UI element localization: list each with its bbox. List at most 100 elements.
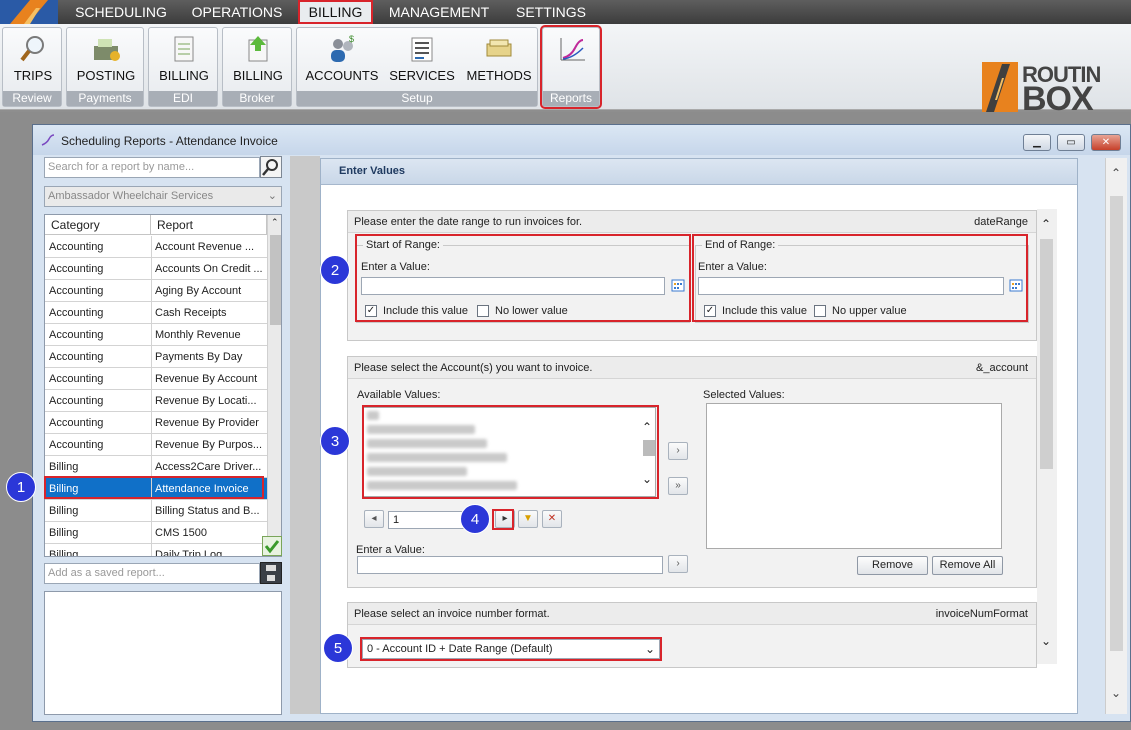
window-title: Scheduling Reports - Attendance Invoice (61, 134, 278, 148)
menu-settings[interactable]: SETTINGS (506, 0, 596, 24)
date-range-header: Please enter the date range to run invoi… (348, 211, 1036, 233)
available-values-highlight (362, 405, 659, 499)
ribbon-group-edi: BILLING EDI (148, 27, 218, 107)
start-range-highlight (355, 234, 691, 322)
step-badge-2: 2 (320, 255, 350, 285)
row-category: Billing (49, 527, 79, 539)
report-row[interactable]: Accounting Payments By Day (45, 346, 267, 368)
report-row[interactable]: Accounting Account Revenue ... (45, 236, 267, 258)
edi-billing-button[interactable]: BILLING (154, 34, 214, 83)
report-row[interactable]: Accounting Cash Receipts (45, 302, 267, 324)
report-row[interactable]: Accounting Aging By Account (45, 280, 267, 302)
report-row[interactable]: Accounting Revenue By Locati... (45, 390, 267, 412)
row-report-name: Daily Trip Log (155, 549, 223, 557)
accounts-button[interactable]: $ ACCOUNTS (305, 34, 379, 83)
report-row[interactable]: Billing Daily Trip Log (45, 544, 267, 557)
company-select[interactable]: Ambassador Wheelchair Services ⌄ (44, 186, 282, 207)
saved-report-input[interactable]: Add as a saved report... (44, 563, 260, 584)
report-list-scrollbar[interactable]: ⌃ (267, 215, 281, 556)
remove-all-button[interactable]: Remove All (932, 556, 1003, 575)
group-label-setup: Setup (297, 91, 537, 106)
report-row[interactable]: Billing Billing Status and B... (45, 500, 267, 522)
page-number-input[interactable]: 1 (388, 511, 466, 529)
add-value-button[interactable]: › (668, 555, 688, 573)
param-scroll-thumb[interactable] (1040, 239, 1053, 469)
preview-pane-edge (290, 156, 320, 714)
outer-scroll-thumb[interactable] (1110, 196, 1123, 651)
row-report-name: Payments By Day (155, 351, 243, 363)
row-category: Billing (49, 549, 79, 557)
report-row[interactable]: Accounting Accounts On Credit ... (45, 258, 267, 280)
menu-billing[interactable]: BILLING (298, 0, 373, 24)
column-divider (151, 368, 152, 390)
cash-register-icon (91, 34, 121, 64)
row-report-name: Cash Receipts (155, 307, 227, 319)
logo-text-bottom: BOX (1022, 80, 1094, 118)
row-category: Billing (49, 461, 79, 473)
outer-scrollbar[interactable]: ⌃ ⌄ (1105, 158, 1127, 714)
filter-icon[interactable]: ▼ (518, 510, 538, 528)
menu-management[interactable]: MANAGEMENT (382, 0, 496, 24)
column-divider (151, 390, 152, 412)
prev-page-button[interactable]: ◂ (364, 510, 384, 528)
enter-values-title: Enter Values (339, 165, 406, 177)
outer-scroll-down-icon[interactable]: ⌄ (1111, 686, 1121, 700)
account-value-input[interactable] (357, 556, 663, 574)
save-icon[interactable] (260, 562, 282, 584)
remove-button[interactable]: Remove (857, 556, 928, 575)
menu-scheduling[interactable]: SCHEDULING (66, 0, 176, 24)
row-category: Accounting (49, 241, 104, 253)
maximize-button[interactable]: ▭ (1057, 134, 1085, 151)
enter-values-header: Enter Values (321, 159, 1077, 185)
services-button[interactable]: SERVICES (385, 34, 459, 83)
report-search-input[interactable]: Search for a report by name... (44, 157, 260, 178)
chevron-down-icon: ⌄ (267, 190, 277, 202)
move-right-button[interactable]: › (668, 442, 688, 460)
routing-box-logo: ROUTIN BOX (980, 60, 1131, 120)
group-label-edi: EDI (149, 91, 217, 106)
move-all-right-button[interactable]: » (668, 477, 688, 495)
available-values-label: Available Values: (357, 389, 441, 401)
clear-filter-icon[interactable]: ✕ (542, 510, 562, 528)
selected-values-list[interactable] (706, 403, 1002, 549)
row-category: Accounting (49, 417, 104, 429)
report-row[interactable]: Billing Access2Care Driver... (45, 456, 267, 478)
outer-scroll-up-icon[interactable]: ⌃ (1111, 166, 1121, 180)
broker-billing-button[interactable]: BILLING (228, 34, 288, 83)
minimize-button[interactable]: ▁ (1023, 134, 1051, 151)
report-row[interactable]: Billing CMS 1500 (45, 522, 267, 544)
account-header: Please select the Account(s) you want to… (348, 357, 1036, 379)
column-divider (151, 324, 152, 346)
report-row[interactable]: Accounting Monthly Revenue (45, 324, 267, 346)
posting-button[interactable]: POSTING (72, 34, 140, 83)
close-button[interactable]: ✕ (1091, 134, 1121, 151)
invoice-format-header: Please select an invoice number format. … (348, 603, 1036, 625)
methods-button[interactable]: METHODS (463, 34, 535, 83)
report-row[interactable]: Accounting Revenue By Account (45, 368, 267, 390)
app-logo-icon[interactable] (0, 0, 58, 24)
reports-button[interactable]: Reports (540, 25, 602, 109)
checkmark-icon[interactable] (262, 536, 282, 556)
trips-button[interactable]: TRIPS (8, 34, 58, 83)
column-divider (151, 500, 152, 522)
column-divider (151, 236, 152, 258)
row-report-name: Monthly Revenue (155, 329, 241, 341)
scroll-thumb[interactable] (270, 235, 281, 325)
row-category: Accounting (49, 351, 104, 363)
parameters-scrollbar[interactable]: ⌃ ⌄ (1037, 209, 1057, 664)
report-row[interactable]: Accounting Revenue By Provider (45, 412, 267, 434)
column-header-category[interactable]: Category (45, 215, 151, 235)
column-header-report[interactable]: Report (151, 215, 267, 235)
scroll-up-icon[interactable]: ⌃ (271, 217, 279, 228)
param-scroll-down-icon[interactable]: ⌄ (1041, 634, 1051, 648)
search-icon[interactable] (260, 156, 282, 178)
ribbon-group-broker: BILLING Broker (222, 27, 292, 107)
report-row[interactable]: Accounting Revenue By Purpos... (45, 434, 267, 456)
edi-billing-label: BILLING (159, 68, 209, 83)
column-divider (151, 434, 152, 456)
report-description-panel (44, 591, 282, 715)
date-range-prompt: Please enter the date range to run invoi… (354, 216, 583, 228)
top-menu-bar: SCHEDULING OPERATIONS BILLING MANAGEMENT… (0, 0, 1131, 24)
menu-operations[interactable]: OPERATIONS (184, 0, 290, 24)
param-scroll-up-icon[interactable]: ⌃ (1041, 217, 1051, 231)
